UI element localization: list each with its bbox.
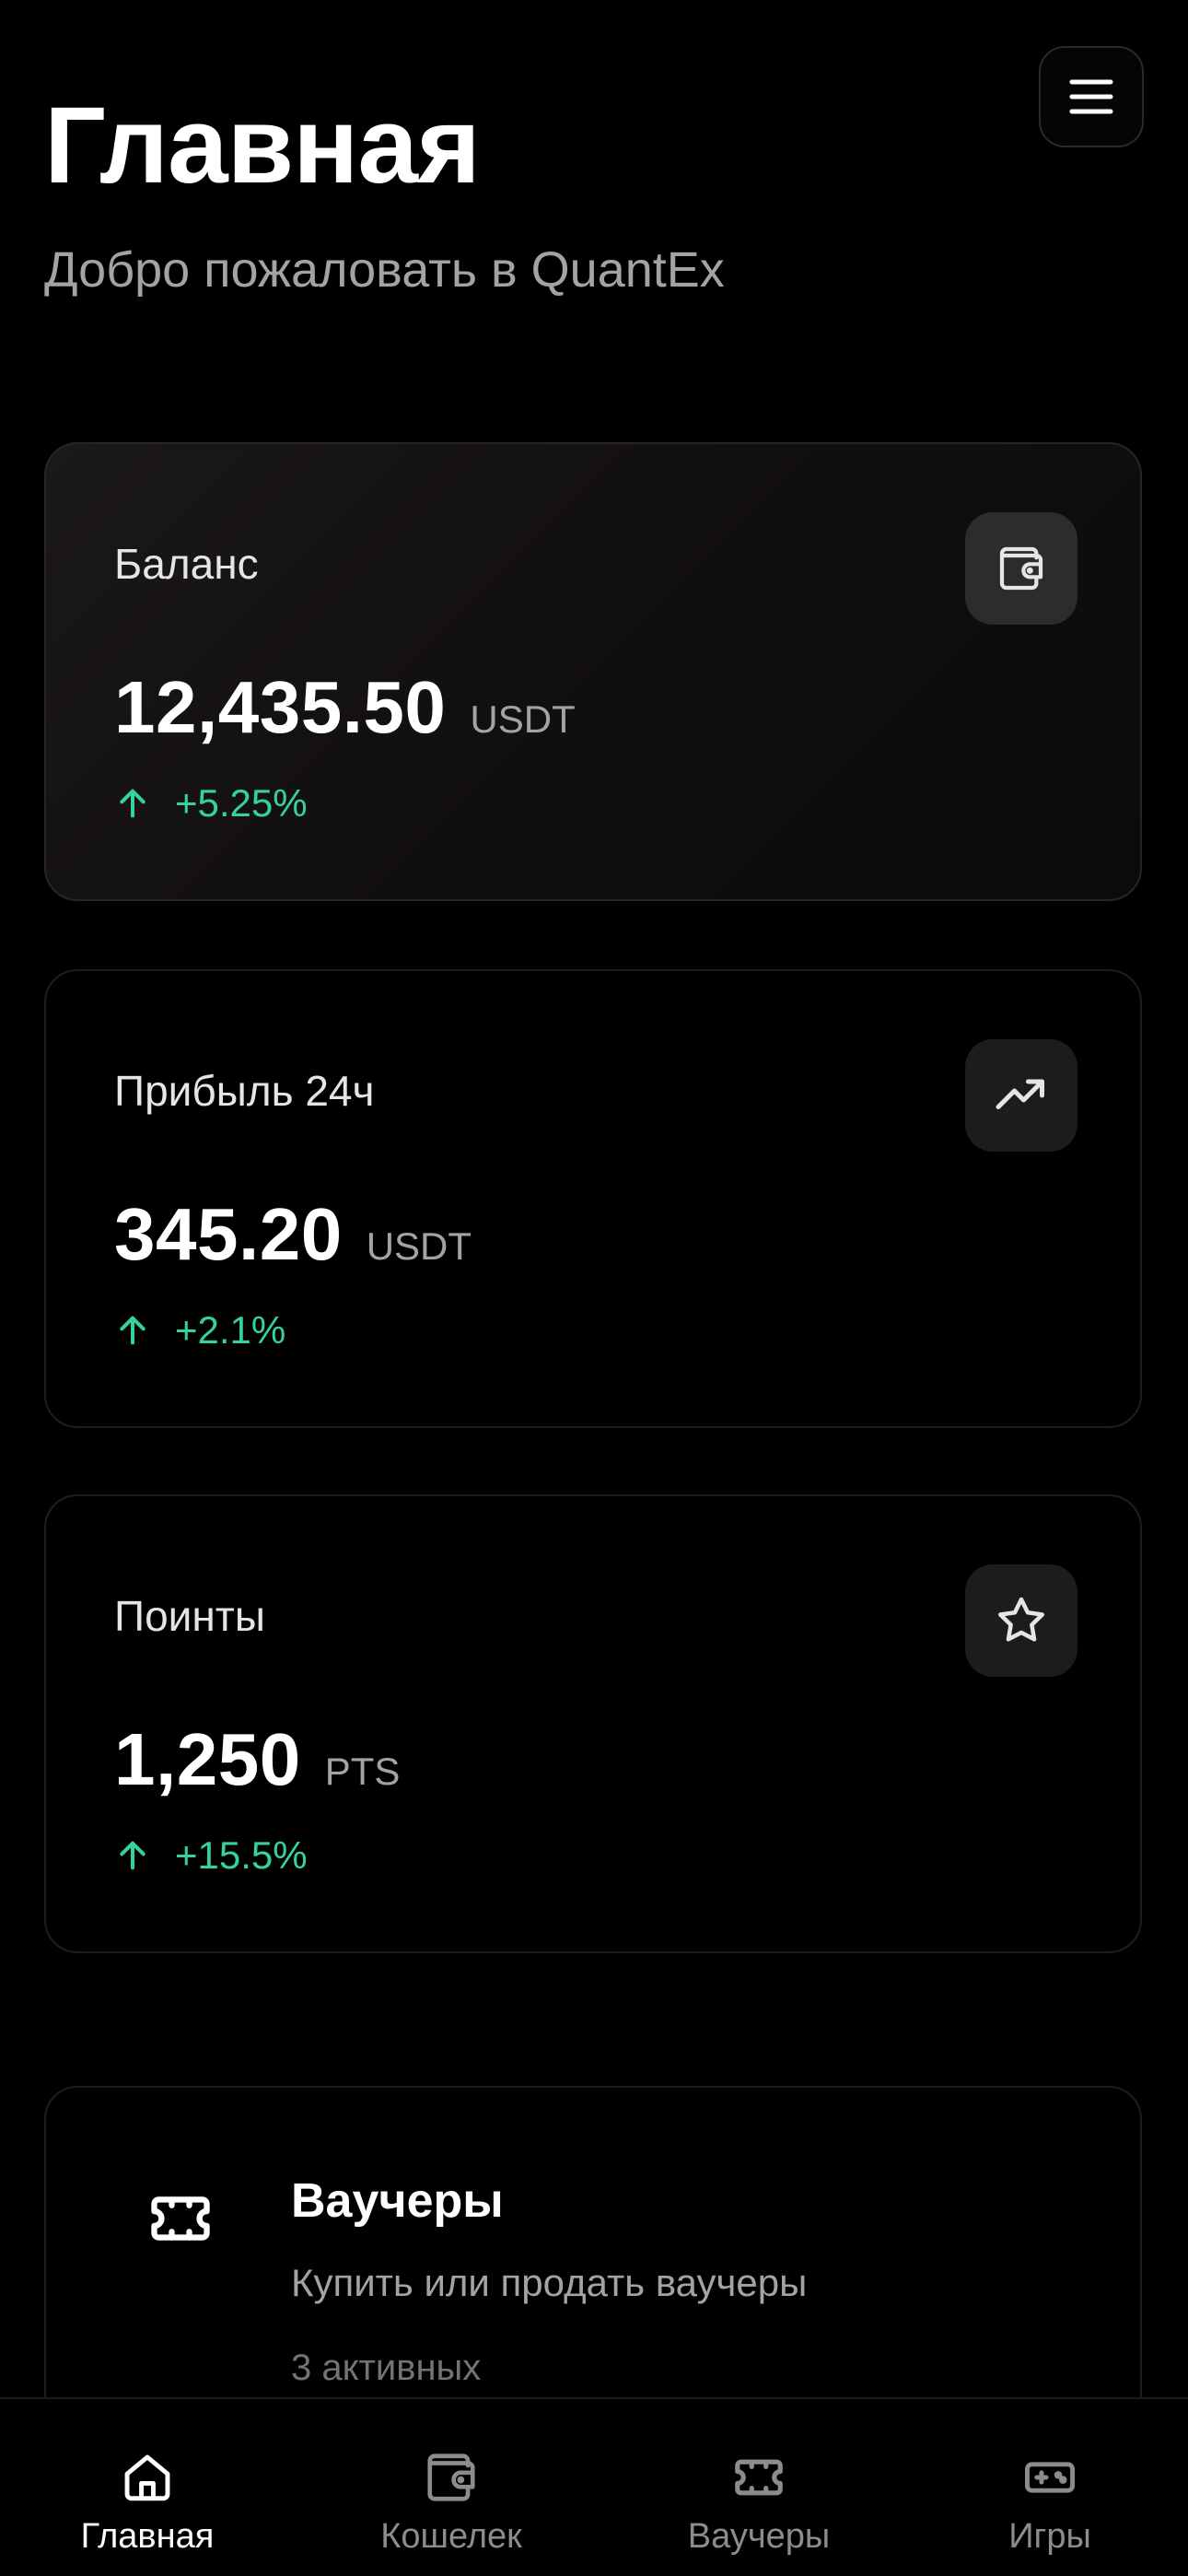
nav-label: Ваучеры [687,2517,831,2556]
page-subtitle: Добро пожаловать в QuantEx [44,242,725,298]
card-label: Баланс [114,540,259,588]
arrow-up-icon [120,1316,146,1345]
profit-value: 345.20 [114,1193,343,1275]
points-unit: PTS [324,1750,401,1793]
ticket-icon [151,2196,210,2241]
gamepad-icon [1025,2462,1075,2493]
vouchers-count: 3 активных [291,2348,482,2388]
balance-value-row: 12,435.50 USDT [114,662,576,754]
nav-item-vouchers[interactable]: Ваучеры [667,2399,851,2576]
star-icon [998,1597,1044,1642]
nav-item-wallet[interactable]: Кошелек [359,2399,543,2576]
home-icon [124,2454,170,2501]
vouchers-title: Ваучеры [291,2174,504,2228]
nav-item-games[interactable]: Игры [958,2399,1142,2576]
page-title: Главная [44,85,481,206]
menu-icon [1069,79,1113,114]
vouchers-description: Купить или продать ваучеры [291,2261,808,2304]
card-label: Поинты [114,1592,265,1640]
balance-change-value: +5.25% [175,781,308,825]
profit-change-value: +2.1% [175,1308,286,1352]
nav-item-home[interactable]: Главная [55,2399,239,2576]
profit-card[interactable]: Прибыль 24ч 345.20 USDT +2.1% [44,969,1142,1428]
trending-up-icon [996,1079,1044,1109]
card-label: Прибыль 24ч [114,1067,375,1115]
points-change: +15.5% [114,1830,308,1881]
arrow-up-icon [120,1841,146,1870]
profit-icon-button[interactable] [965,1039,1077,1152]
wallet-icon [427,2453,475,2501]
balance-value: 12,435.50 [114,666,447,748]
ticket-icon [735,2459,783,2496]
balance-unit: USDT [470,697,576,741]
home-screen: Главная Добро пожаловать в QuantEx Балан… [0,0,1188,2576]
nav-label: Кошелек [380,2517,522,2556]
points-value-row: 1,250 PTS [114,1714,400,1806]
points-change-value: +15.5% [175,1833,308,1877]
points-card[interactable]: Поинты 1,250 PTS +15.5% [44,1494,1142,1953]
profit-change: +2.1% [114,1305,285,1356]
points-icon-button[interactable] [965,1564,1077,1677]
balance-card[interactable]: Баланс 12,435.50 USDT +5.25% [44,442,1142,901]
points-value: 1,250 [114,1718,301,1800]
balance-icon-button[interactable] [965,512,1077,625]
nav-label: Главная [80,2517,215,2556]
balance-change: +5.25% [114,778,308,829]
nav-label: Игры [1008,2517,1091,2556]
wallet-icon [999,546,1043,591]
profit-unit: USDT [366,1224,472,1268]
arrow-up-icon [120,789,146,818]
bottom-nav: Главная Кошелек Ваучеры Игры [0,2397,1188,2576]
menu-button[interactable] [1039,46,1144,147]
profit-value-row: 345.20 USDT [114,1188,472,1281]
